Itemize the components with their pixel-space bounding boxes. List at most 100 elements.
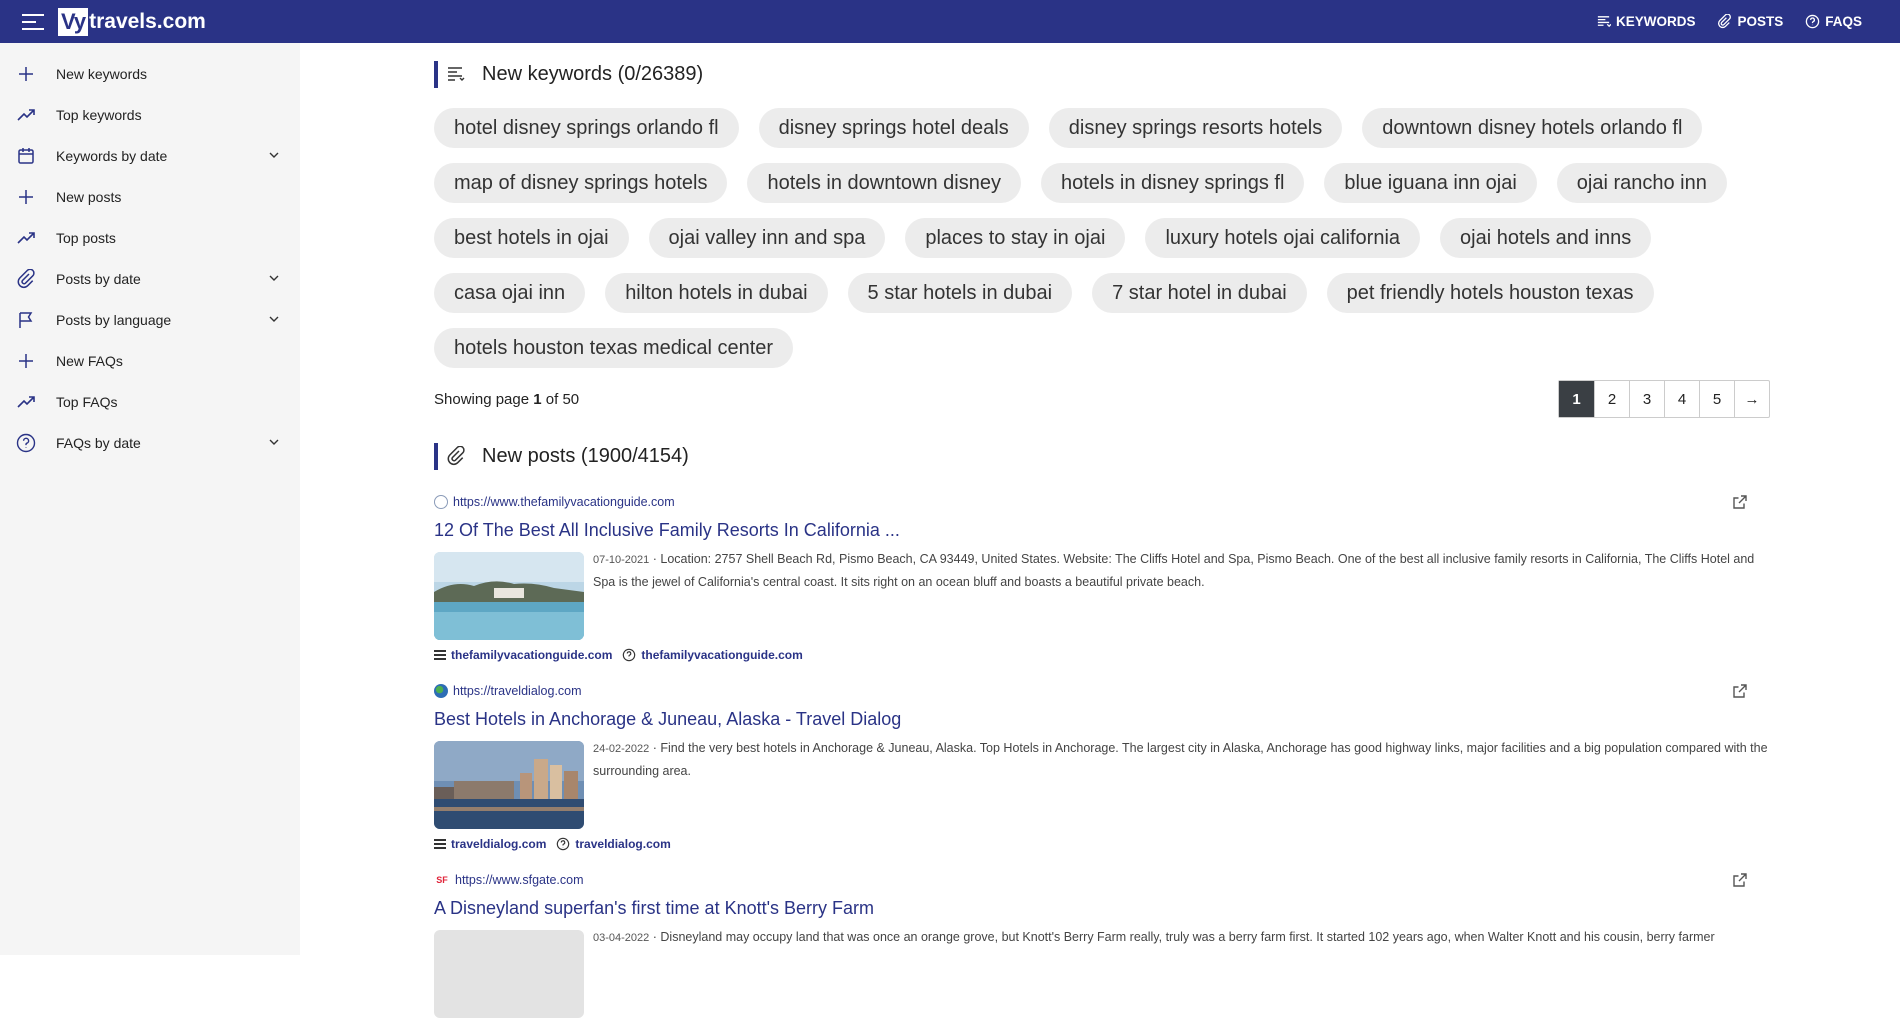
keyword-chip[interactable]: hotels houston texas medical center — [434, 328, 794, 368]
post-thumbnail[interactable] — [434, 552, 584, 640]
question-icon — [1805, 14, 1820, 29]
site-logo[interactable]: Vy travels.com — [58, 7, 206, 36]
post-title[interactable]: 12 Of The Best All Inclusive Family Reso… — [434, 520, 1770, 542]
sidebar-item-keywords-by-date[interactable]: Keywords by date — [0, 135, 300, 176]
post-thumbnail[interactable] — [434, 930, 584, 1018]
nav-keywords[interactable]: KEYWORDS — [1596, 14, 1695, 29]
trending-icon — [16, 392, 36, 412]
post-snippet: 07-10-2021 · Location: 2757 Shell Beach … — [593, 552, 1755, 589]
pagination: 1 2 3 4 5 → — [1558, 380, 1770, 418]
question-icon — [16, 433, 36, 453]
section-accent-bar — [434, 442, 438, 470]
paperclip-icon — [446, 445, 466, 466]
page-button-1[interactable]: 1 — [1559, 381, 1594, 417]
calendar-icon — [16, 146, 36, 166]
sidebar-item-new-posts[interactable]: New posts — [0, 176, 300, 217]
page-button-3[interactable]: 3 — [1629, 381, 1664, 417]
sidebar-item-posts-by-language[interactable]: Posts by language — [0, 299, 300, 340]
keyword-chip[interactable]: disney springs resorts hotels — [1048, 108, 1343, 148]
post-faq-link[interactable]: thefamilyvacationguide.com — [622, 648, 803, 662]
sidebar-item-new-keywords[interactable]: New keywords — [0, 53, 300, 94]
sidebar-item-top-faqs[interactable]: Top FAQs — [0, 381, 300, 422]
post-item: SF https://www.sfgate.com A Disneyland s… — [434, 872, 1770, 1018]
keywords-section-title: New keywords (0/26389) — [482, 62, 704, 85]
top-bar: Vy travels.com KEYWORDS POSTS FAQS — [0, 0, 1900, 43]
keyword-chip[interactable]: hotels in downtown disney — [747, 163, 1021, 203]
chevron-down-icon[interactable] — [268, 313, 280, 325]
keyword-chip[interactable]: blue iguana inn ojai — [1324, 163, 1537, 203]
main-content: New keywords (0/26389) hotel disney spri… — [434, 43, 1770, 1018]
post-url[interactable]: https://www.thefamilyvacationguide.com — [434, 494, 1770, 510]
post-body: 03-04-2022 · Disneyland may occupy land … — [434, 930, 1770, 1018]
chevron-down-icon[interactable] — [268, 272, 280, 284]
keyword-chips: hotel disney springs orlando fl disney s… — [434, 108, 1770, 368]
keyword-chip[interactable]: ojai hotels and inns — [1440, 218, 1652, 258]
post-faq-link[interactable]: traveldialog.com — [556, 837, 671, 851]
post-title[interactable]: Best Hotels in Anchorage & Juneau, Alask… — [434, 709, 1770, 731]
list-icon — [1597, 16, 1611, 28]
plus-icon — [16, 64, 36, 84]
menu-icon[interactable] — [22, 13, 44, 30]
list-icon — [446, 64, 466, 84]
keyword-chip[interactable]: disney springs hotel deals — [758, 108, 1029, 148]
post-item: https://www.thefamilyvacationguide.com 1… — [434, 494, 1770, 663]
post-body: 24-02-2022 · Find the very best hotels i… — [434, 741, 1770, 829]
paperclip-icon — [1718, 14, 1732, 29]
list-icon — [434, 839, 446, 849]
page-button-2[interactable]: 2 — [1594, 381, 1629, 417]
page-button-4[interactable]: 4 — [1664, 381, 1699, 417]
chevron-down-icon[interactable] — [268, 149, 280, 161]
keyword-chip[interactable]: best hotels in ojai — [434, 218, 629, 258]
external-link-icon[interactable] — [1732, 683, 1748, 699]
trending-icon — [16, 105, 36, 125]
keyword-chip[interactable]: ojai valley inn and spa — [648, 218, 886, 258]
external-link-icon[interactable] — [1732, 872, 1748, 888]
external-link-icon[interactable] — [1732, 494, 1748, 510]
post-item: https://traveldialog.com Best Hotels in … — [434, 683, 1770, 852]
section-accent-bar — [434, 60, 438, 88]
keyword-chip[interactable]: pet friendly hotels houston texas — [1326, 273, 1654, 313]
plus-icon — [16, 187, 36, 207]
post-title[interactable]: A Disneyland superfan's first time at Kn… — [434, 898, 1770, 920]
trending-icon — [16, 228, 36, 248]
sidebar-item-new-faqs[interactable]: New FAQs — [0, 340, 300, 381]
logo-box: Vy — [58, 7, 89, 36]
keyword-chip[interactable]: hilton hotels in dubai — [605, 273, 828, 313]
keyword-chip[interactable]: casa ojai inn — [434, 273, 586, 313]
keyword-chip[interactable]: 7 star hotel in dubai — [1092, 273, 1307, 313]
question-icon — [623, 648, 636, 662]
post-footer: thefamilyvacationguide.com thefamilyvaca… — [434, 647, 1770, 663]
post-url[interactable]: SF https://www.sfgate.com — [434, 872, 1770, 888]
next-page-button[interactable]: → — [1734, 381, 1769, 417]
posts-section-header: New posts (1900/4154) — [434, 441, 1770, 471]
keyword-chip[interactable]: downtown disney hotels orlando fl — [1362, 108, 1703, 148]
keyword-chip[interactable]: map of disney springs hotels — [434, 163, 728, 203]
sidebar: New keywords Top keywords Keywords by da… — [0, 43, 300, 955]
post-body: 07-10-2021 · Location: 2757 Shell Beach … — [434, 552, 1770, 640]
question-icon — [557, 837, 570, 851]
keyword-chip[interactable]: ojai rancho inn — [1556, 163, 1727, 203]
post-thumbnail[interactable] — [434, 741, 584, 829]
post-site-link[interactable]: thefamilyvacationguide.com — [434, 648, 612, 662]
sidebar-item-posts-by-date[interactable]: Posts by date — [0, 258, 300, 299]
nav-faqs[interactable]: FAQS — [1805, 14, 1862, 29]
post-snippet: 03-04-2022 · Disneyland may occupy land … — [593, 930, 1715, 944]
keyword-chip[interactable]: 5 star hotels in dubai — [847, 273, 1073, 313]
sidebar-item-top-posts[interactable]: Top posts — [0, 217, 300, 258]
page-button-5[interactable]: 5 — [1699, 381, 1734, 417]
chevron-down-icon[interactable] — [268, 436, 280, 448]
post-url[interactable]: https://traveldialog.com — [434, 683, 1770, 699]
plus-icon — [16, 351, 36, 371]
keyword-chip[interactable]: luxury hotels ojai california — [1145, 218, 1421, 258]
keyword-chip[interactable]: places to stay in ojai — [905, 218, 1126, 258]
sidebar-item-faqs-by-date[interactable]: FAQs by date — [0, 422, 300, 463]
keyword-chip[interactable]: hotel disney springs orlando fl — [434, 108, 739, 148]
nav-posts[interactable]: POSTS — [1717, 14, 1783, 29]
globe-icon — [434, 684, 448, 698]
pagination-row: Showing page 1 of 50 1 2 3 4 5 → — [434, 380, 1770, 418]
sidebar-item-top-keywords[interactable]: Top keywords — [0, 94, 300, 135]
keyword-chip[interactable]: hotels in disney springs fl — [1040, 163, 1305, 203]
post-site-link[interactable]: traveldialog.com — [434, 837, 546, 851]
pagination-summary: Showing page 1 of 50 — [434, 390, 580, 408]
globe-icon — [434, 495, 448, 509]
